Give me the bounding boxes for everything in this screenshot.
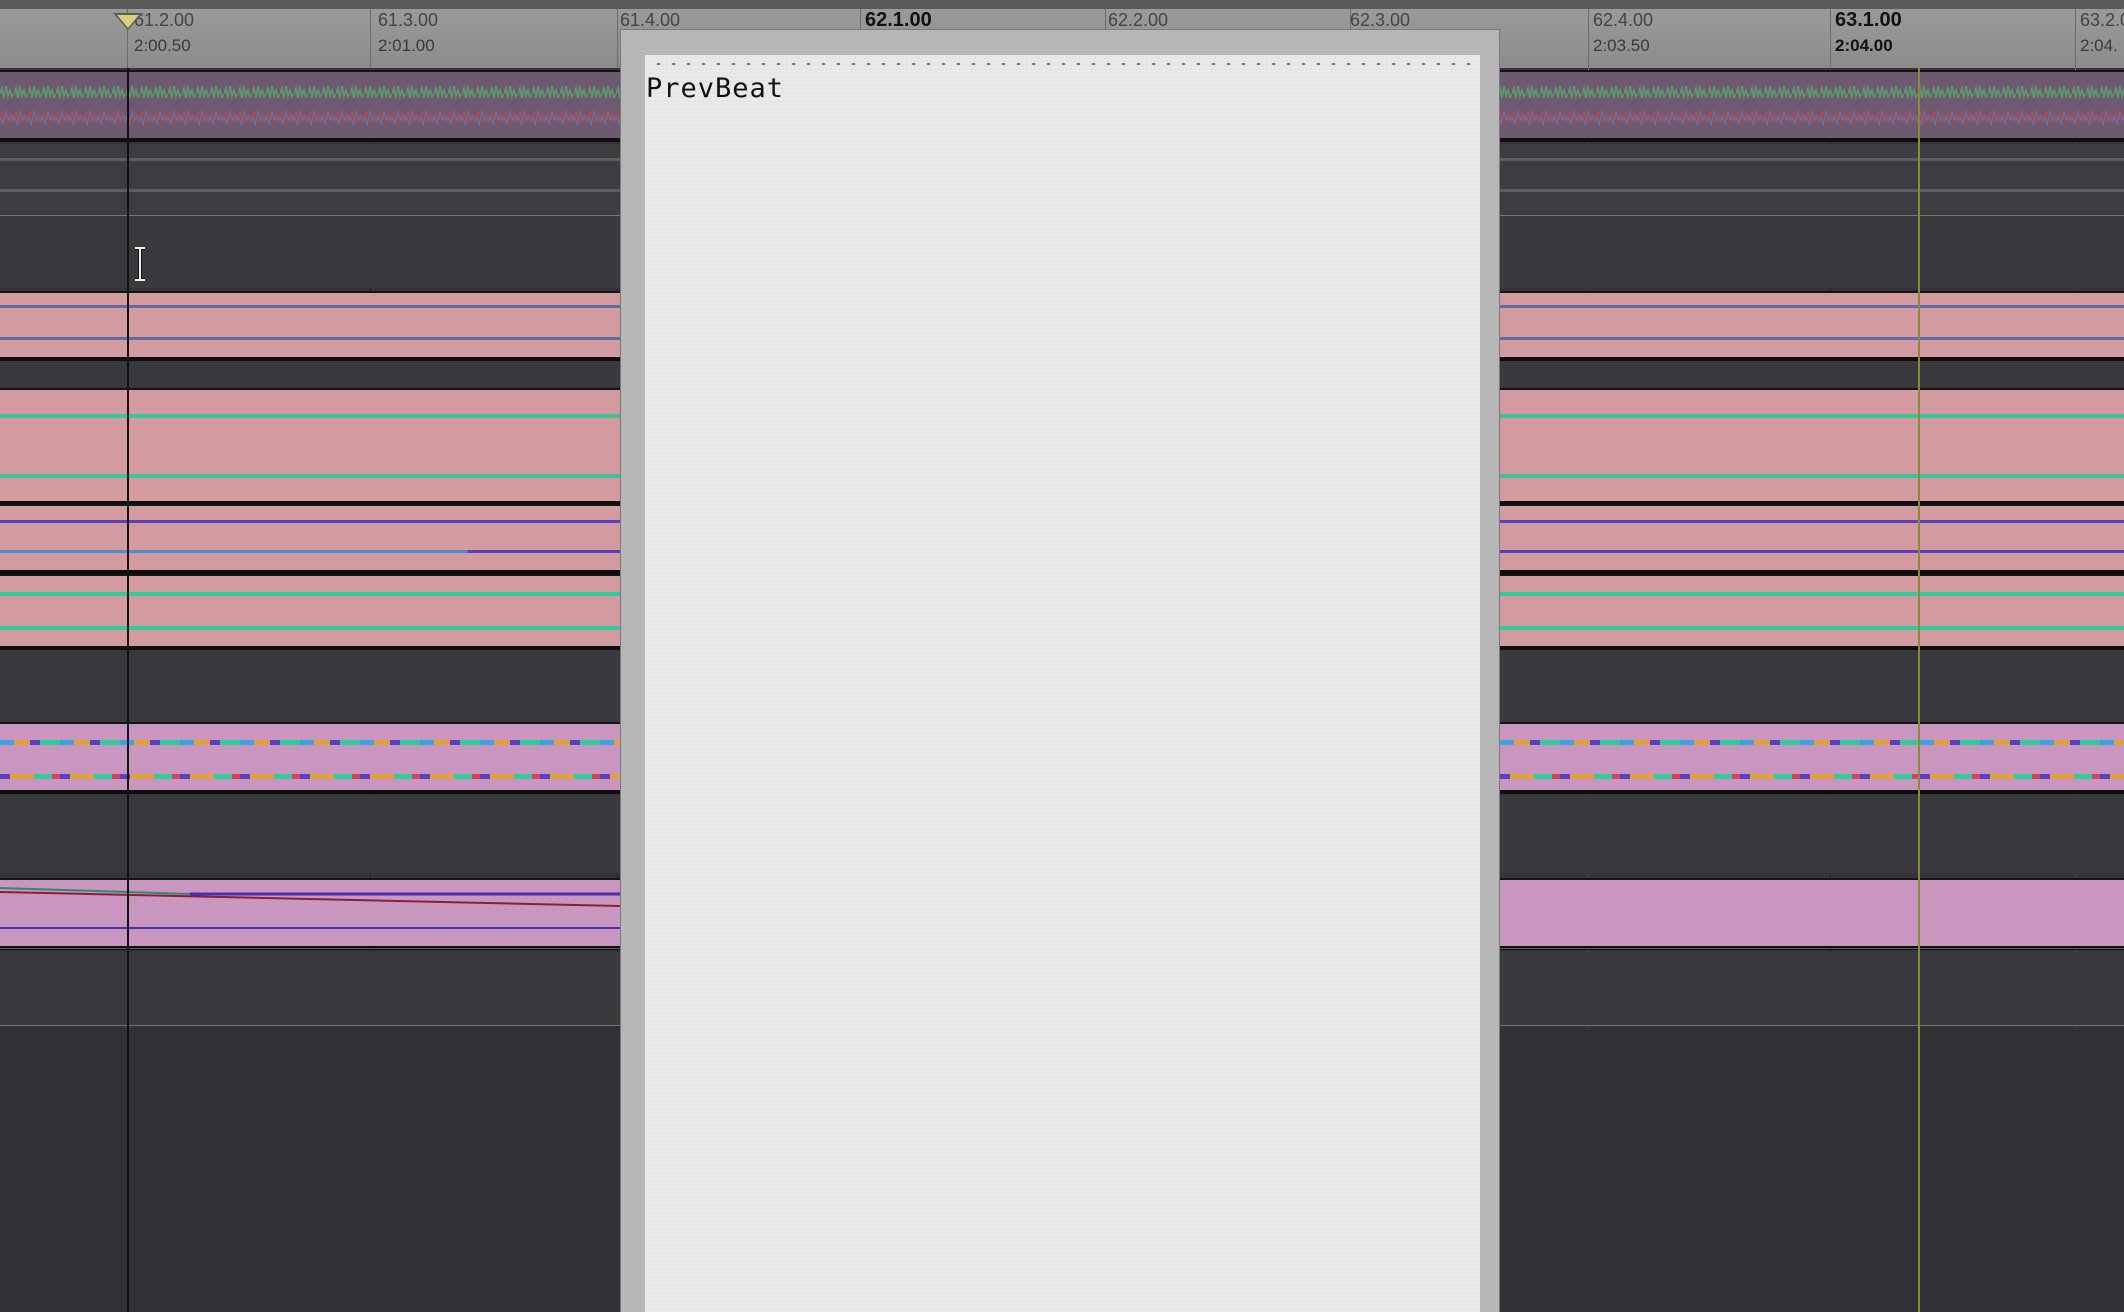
ruler-tick [1830,9,1831,77]
ruler-tick [1588,9,1589,77]
ruler-tick [370,9,371,77]
ruler-tick [617,9,618,77]
prevbeat-popup[interactable]: PrevBeat [645,55,1480,1312]
time-label: 2:03.50 [1593,36,1650,55]
time-label-major: 2:04.00 [1835,36,1893,55]
bar-label-major: 63.1.00 [1835,9,1902,31]
bar-label-major: 62.1.00 [865,9,932,31]
playhead-triangle-icon[interactable] [113,13,143,30]
playhead-line [127,68,129,1312]
time-label: 2:00.50 [134,36,191,55]
ruler-tick [2075,9,2076,77]
bar-label: 62.2.00 [1108,10,1169,30]
dotted-title-bar[interactable] [651,61,1474,67]
ibeam-cursor-icon [135,247,145,281]
bar-label: 63.2.0 [2080,10,2124,30]
bar-label: 61.3.00 [378,10,439,30]
bar-label: 61.4.00 [620,10,681,30]
popup-title: PrevBeat [646,73,785,104]
time-label: 2:01.00 [378,36,435,55]
bar-label: 61.2.00 [134,10,195,30]
time-label: 2:04. [2080,36,2118,55]
bar-label: 62.3.00 [1350,10,1411,30]
bar-label: 62.4.00 [1593,10,1654,30]
marker-line [1918,68,1920,1312]
